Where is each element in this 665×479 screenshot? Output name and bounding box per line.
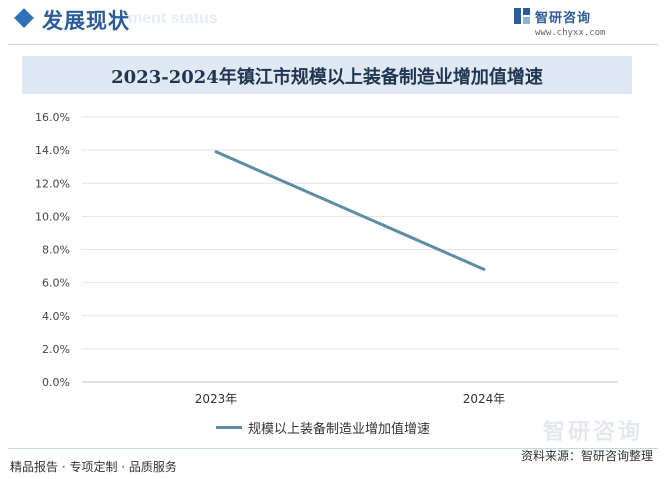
legend-label: 规模以上装备制造业增加值增速 — [248, 422, 431, 437]
y-tick-label: 2.0% — [42, 343, 70, 356]
header-divider — [8, 44, 658, 45]
x-tick-label: 2023年 — [195, 392, 238, 406]
y-tick-label: 6.0% — [42, 277, 70, 290]
series-line — [214, 150, 486, 271]
brand-url[interactable]: www.chyxx.com — [535, 28, 605, 38]
brand-block[interactable]: 智研咨询 www.chyxx.com — [513, 6, 643, 42]
y-tick-label: 10.0% — [35, 210, 70, 223]
footer-services: 精品报告 · 专项定制 · 品质服务 — [10, 460, 177, 474]
y-tick-label: 8.0% — [42, 244, 70, 257]
watermark-text: 智研咨询 — [542, 420, 643, 445]
legend-swatch — [216, 426, 242, 429]
diamond-icon — [14, 8, 34, 28]
section-title: 发展现状 — [42, 9, 130, 33]
y-tick-label: 14.0% — [35, 144, 70, 157]
line-chart: 0.0% 2.0% 4.0% 6.0% 8.0% 10.0% 12.0% 14.0% 16.0%… — [35, 111, 618, 406]
section-subtitle: ment status — [128, 10, 218, 27]
y-tick-label: 4.0% — [42, 310, 70, 323]
brand-logo-icon — [514, 8, 530, 24]
y-tick-label: 16.0% — [35, 111, 70, 124]
chart-title: 2023-2024年镇江市规模以上装备制造业增加值增速 — [111, 67, 543, 88]
chart-title-band: 2023-2024年镇江市规模以上装备制造业增加值增速 — [22, 56, 632, 94]
footer-source: 资料来源：智研咨询整理 — [520, 449, 653, 463]
brand-name: 智研咨询 — [535, 11, 592, 26]
page-header: ment status 发展现状 智研咨询 www.chyxx.com — [0, 0, 665, 45]
y-tick-label: 12.0% — [35, 177, 70, 190]
x-tick-label: 2024年 — [463, 392, 506, 406]
y-tick-label: 0.0% — [42, 376, 70, 389]
